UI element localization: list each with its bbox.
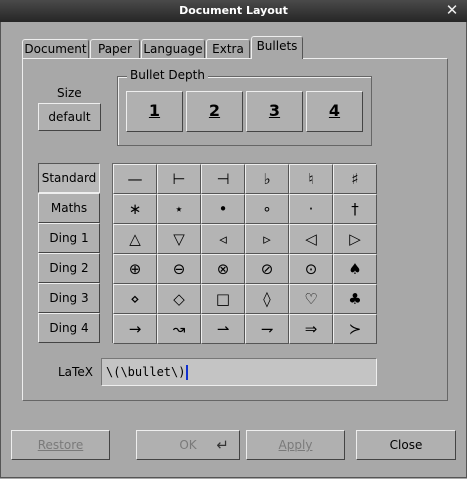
ok-label: OK bbox=[179, 438, 197, 452]
symbol-cell[interactable]: ♠ bbox=[333, 254, 377, 284]
symbol-cell[interactable]: ⊖ bbox=[157, 254, 201, 284]
symbol-cell[interactable]: ↝ bbox=[157, 314, 201, 344]
symbol-cell[interactable]: ♮ bbox=[289, 164, 333, 194]
tab-extra[interactable]: Extra bbox=[206, 39, 250, 59]
close-icon[interactable]: ✕ bbox=[443, 1, 461, 19]
symbol-cell[interactable]: ◇ bbox=[157, 284, 201, 314]
symbol-cell[interactable]: □ bbox=[201, 284, 245, 314]
depth-3-button[interactable]: 3 bbox=[246, 91, 303, 132]
close-button[interactable]: Close bbox=[356, 430, 456, 460]
restore-button[interactable]: Restore bbox=[11, 430, 110, 460]
symbol-cell[interactable]: ◊ bbox=[245, 284, 289, 314]
symbol-cell[interactable]: ⊙ bbox=[289, 254, 333, 284]
symbol-cell[interactable]: · bbox=[289, 194, 333, 224]
symbol-cell[interactable]: ▷ bbox=[333, 224, 377, 254]
symbol-cell[interactable]: ⊘ bbox=[245, 254, 289, 284]
symbol-cell[interactable]: ♣ bbox=[333, 284, 377, 314]
text-caret bbox=[186, 365, 189, 380]
title-bar: Document Layout ✕ bbox=[0, 0, 467, 22]
restore-label: Restore bbox=[37, 438, 84, 452]
depth-4-button[interactable]: 4 bbox=[306, 91, 363, 132]
family-ding2-button[interactable]: Ding 2 bbox=[38, 253, 100, 283]
window-title: Document Layout bbox=[179, 4, 288, 17]
tab-label: Paper bbox=[98, 42, 132, 56]
symbol-cell[interactable]: ⊗ bbox=[201, 254, 245, 284]
size-button[interactable]: default bbox=[38, 103, 101, 131]
tab-document[interactable]: Document bbox=[22, 39, 89, 59]
symbol-cell[interactable]: ⋄ bbox=[113, 284, 157, 314]
enter-icon: ↵ bbox=[216, 436, 229, 454]
symbol-cell[interactable]: ♭ bbox=[245, 164, 289, 194]
ok-button[interactable]: OK ↵ bbox=[136, 430, 240, 460]
close-label: Close bbox=[389, 438, 423, 452]
symbol-cell[interactable]: ⇀ bbox=[201, 314, 245, 344]
family-ding3-button[interactable]: Ding 3 bbox=[38, 283, 100, 313]
symbol-cell[interactable]: ♯ bbox=[333, 164, 377, 194]
apply-button[interactable]: Apply bbox=[246, 430, 345, 460]
symbol-cell[interactable]: ▹ bbox=[245, 224, 289, 254]
symbol-cell[interactable]: ⊣ bbox=[201, 164, 245, 194]
symbol-cell[interactable]: ♡ bbox=[289, 284, 333, 314]
latex-label: LaTeX bbox=[58, 365, 93, 379]
tab-label: Extra bbox=[212, 42, 244, 56]
symbol-cell[interactable]: ⇁ bbox=[245, 314, 289, 344]
tab-label: Document bbox=[24, 42, 87, 56]
symbol-cell[interactable]: ⊢ bbox=[157, 164, 201, 194]
tab-label: Bullets bbox=[256, 39, 298, 53]
family-standard-button[interactable]: Standard bbox=[38, 163, 100, 193]
symbol-cell[interactable]: • bbox=[201, 194, 245, 224]
symbol-cell[interactable]: △ bbox=[113, 224, 157, 254]
depth-1-button[interactable]: 1 bbox=[126, 91, 183, 132]
symbol-cell[interactable]: ≻ bbox=[333, 314, 377, 344]
symbol-grid: — ⊢ ⊣ ♭ ♮ ♯ ∗ ⋆ • ∘ · † △ ▽ ◃ ▹ ◁ ▷ ⊕ ⊖ ⊗ ⊘ ⊙ ♠ ⋄ ◇ □ ◊ ♡ ♣ → ↝ ⇀ ⇁ ⇒ ≻ bbox=[112, 163, 377, 344]
depth-2-button[interactable]: 2 bbox=[186, 91, 243, 132]
symbol-cell[interactable]: † bbox=[333, 194, 377, 224]
latex-input[interactable]: \(\bullet\) bbox=[101, 358, 377, 386]
size-label: Size bbox=[57, 86, 82, 100]
symbol-cell[interactable]: ▽ bbox=[157, 224, 201, 254]
symbol-cell[interactable]: ∘ bbox=[245, 194, 289, 224]
family-maths-button[interactable]: Maths bbox=[38, 193, 100, 223]
tab-label: Language bbox=[143, 42, 203, 56]
tab-paper[interactable]: Paper bbox=[90, 39, 140, 59]
symbol-cell[interactable]: ⋆ bbox=[157, 194, 201, 224]
bullet-depth-title: Bullet Depth bbox=[127, 68, 208, 82]
symbol-cell[interactable]: ∗ bbox=[113, 194, 157, 224]
symbol-cell[interactable]: ◃ bbox=[201, 224, 245, 254]
family-ding4-button[interactable]: Ding 4 bbox=[38, 313, 100, 343]
symbol-cell[interactable]: ⊕ bbox=[113, 254, 157, 284]
symbol-cell[interactable]: — bbox=[113, 164, 157, 194]
tab-bullets[interactable]: Bullets bbox=[251, 36, 303, 59]
symbol-cell[interactable]: ⇒ bbox=[289, 314, 333, 344]
apply-label: Apply bbox=[278, 438, 313, 452]
tab-language[interactable]: Language bbox=[141, 39, 205, 59]
family-ding1-button[interactable]: Ding 1 bbox=[38, 223, 100, 253]
symbol-cell[interactable]: ◁ bbox=[289, 224, 333, 254]
symbol-cell[interactable]: → bbox=[113, 314, 157, 344]
latex-value: \(\bullet\) bbox=[106, 365, 186, 379]
